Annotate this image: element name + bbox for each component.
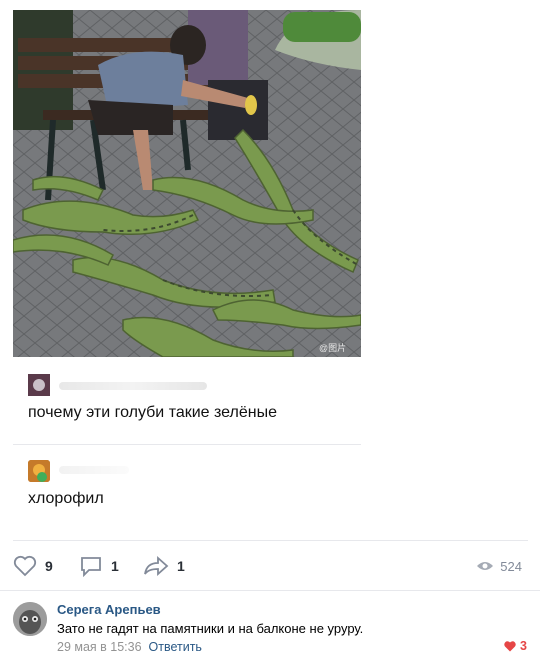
reply-comment: Серега Арепьев Зато не гадят на памятник… <box>13 599 533 659</box>
reply-author-link[interactable]: Серега Арепьев <box>57 602 161 617</box>
blurred-name <box>59 382 207 390</box>
divider <box>0 590 540 591</box>
reply-like-count: 3 <box>520 639 527 653</box>
like-count: 9 <box>45 558 53 574</box>
post-actions: 9 1 1 524 <box>13 552 528 582</box>
reply-answer-link[interactable]: Ответить <box>149 640 202 654</box>
like-button[interactable]: 9 <box>13 552 53 580</box>
quoted-comment-1: почему эти голуби такие зелёные <box>13 364 361 444</box>
share-icon <box>144 555 169 577</box>
share-button[interactable]: 1 <box>143 552 185 580</box>
avatar[interactable] <box>13 602 47 636</box>
views-count: 524 <box>500 558 522 574</box>
comment-count: 1 <box>111 558 119 574</box>
divider <box>13 540 528 541</box>
reply-like-button[interactable]: 3 <box>504 639 527 653</box>
post-photo[interactable]: @图片 <box>13 10 361 357</box>
reply-date[interactable]: 29 мая в 15:36 <box>57 640 142 654</box>
commenter-avatar <box>28 460 50 482</box>
heart-icon <box>13 555 37 577</box>
photo-watermark: @图片 <box>319 342 346 353</box>
divider <box>13 444 361 445</box>
comment-button[interactable]: 1 <box>79 552 119 580</box>
reply-text: Зато не гадят на памятники и на балконе … <box>57 621 364 636</box>
eye-icon <box>477 562 494 570</box>
share-count: 1 <box>177 558 185 574</box>
blurred-name <box>59 466 129 474</box>
heart-icon <box>504 640 516 651</box>
comment-text: хлорофил <box>28 490 104 507</box>
reply-meta: 29 мая в 15:36 Ответить <box>57 640 202 654</box>
commenter-avatar <box>28 374 50 396</box>
views-counter: 524 <box>476 552 522 580</box>
comment-text: почему эти голуби такие зелёные <box>28 404 278 421</box>
comment-icon <box>81 557 101 577</box>
